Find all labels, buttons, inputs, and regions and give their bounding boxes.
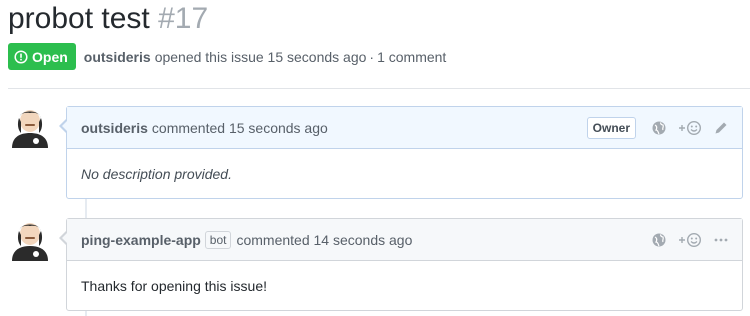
issue-author-link[interactable]: outsideris xyxy=(84,49,151,65)
comment-header: outsideris commented 15 seconds ago Owne… xyxy=(67,107,742,149)
globe-icon[interactable] xyxy=(652,121,666,135)
issue-number: #17 xyxy=(158,2,209,35)
comment-timestamp[interactable]: commented 14 seconds ago xyxy=(236,232,412,248)
timeline-connector xyxy=(85,199,87,219)
issue-opened-text: opened this issue 15 seconds ago xyxy=(154,48,367,65)
pencil-icon[interactable] xyxy=(714,121,728,135)
more-icon[interactable] xyxy=(714,233,728,247)
owner-label: Owner xyxy=(586,116,636,139)
comment-body: Thanks for opening this issue! xyxy=(81,277,267,294)
comment-card: ping-example-app bot commented 14 second… xyxy=(59,218,743,311)
bot-label: bot xyxy=(204,230,232,249)
header-divider xyxy=(8,88,750,89)
issue-opened-icon xyxy=(14,49,28,64)
issue-meta: Open outsideris opened this issue 15 sec… xyxy=(8,43,446,70)
add-reaction-icon[interactable] xyxy=(678,120,702,136)
issue-title-text: probot test xyxy=(8,2,150,35)
timeline-connector xyxy=(85,311,87,316)
comment-count: 1 comment xyxy=(377,48,447,65)
meta-separator: · xyxy=(369,48,375,65)
comment-author-link[interactable]: ping-example-app xyxy=(81,232,201,248)
status-badge: Open xyxy=(8,43,76,70)
globe-icon[interactable] xyxy=(652,233,666,247)
comment-actions: Owner xyxy=(586,116,728,139)
comment-timestamp[interactable]: commented 15 seconds ago xyxy=(152,120,328,136)
avatar[interactable] xyxy=(8,104,52,148)
comment-actions xyxy=(652,232,728,248)
issue-title: probot test #17 xyxy=(8,0,208,38)
comment-author-link[interactable]: outsideris xyxy=(81,120,148,136)
avatar-image xyxy=(8,217,52,261)
avatar-image xyxy=(8,104,52,148)
comment-card: outsideris commented 15 seconds ago Owne… xyxy=(59,106,743,199)
comment-header: ping-example-app bot commented 14 second… xyxy=(67,219,742,261)
comment-body: No description provided. xyxy=(81,166,232,182)
add-reaction-icon[interactable] xyxy=(678,232,702,248)
avatar[interactable] xyxy=(8,217,52,261)
status-badge-label: Open xyxy=(32,48,68,65)
